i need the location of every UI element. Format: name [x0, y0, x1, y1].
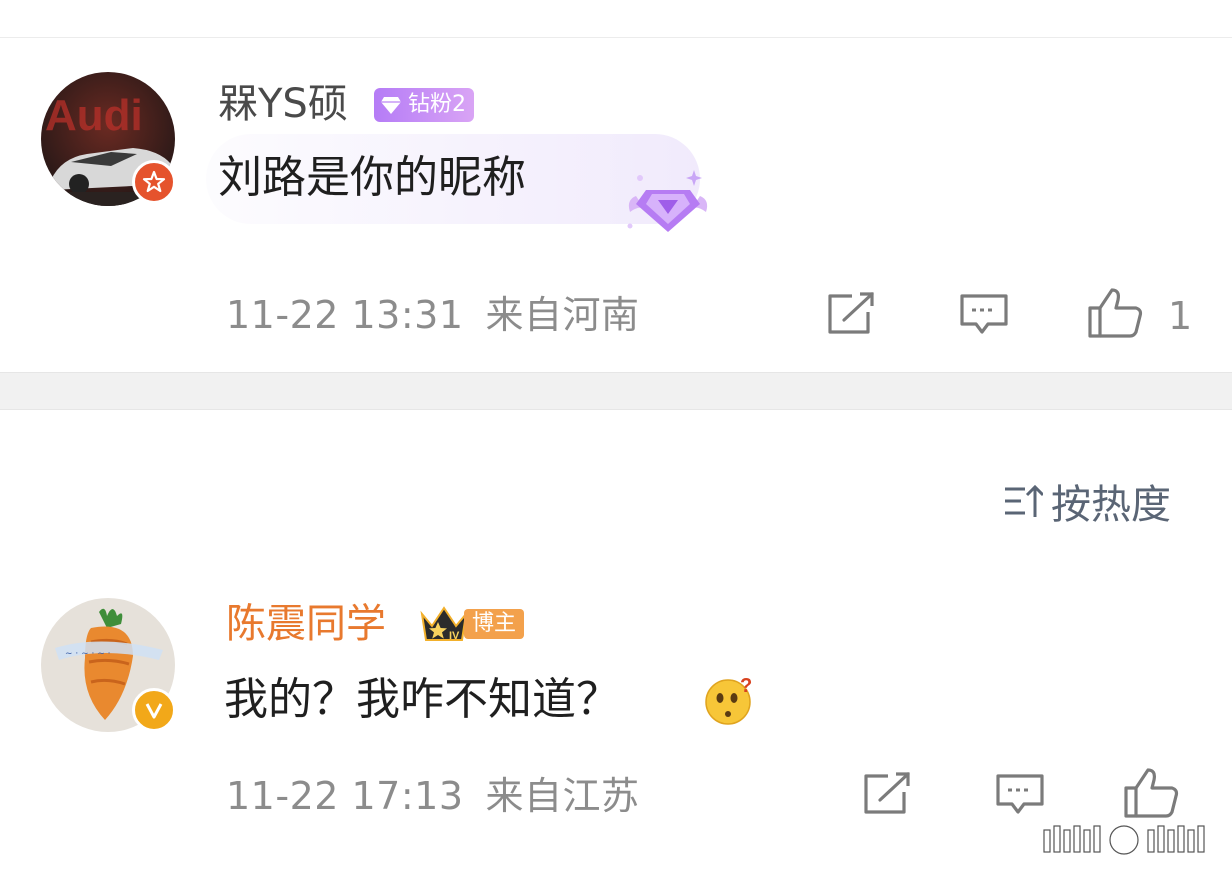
- svg-text:~ · ~ · ~ ·: ~ · ~ · ~ ·: [65, 649, 111, 659]
- share-icon[interactable]: [862, 772, 912, 816]
- username[interactable]: 槑YS硕: [218, 80, 348, 128]
- share-icon[interactable]: [826, 292, 876, 336]
- comment-text: 我的？我咋不知道？: [224, 674, 620, 725]
- top-divider: [0, 37, 1232, 38]
- section-divider: [0, 372, 1232, 410]
- blogger-badge: IV 博主: [418, 604, 525, 644]
- comment-location: 来自河南: [485, 293, 640, 337]
- svg-text:?: ?: [740, 675, 752, 697]
- like-count: 1: [1168, 294, 1193, 338]
- verified-badge-icon: [132, 688, 176, 732]
- comment-meta: 11-22 17:13 来自江苏: [226, 774, 640, 818]
- like-icon[interactable]: [1122, 766, 1182, 820]
- like-icon[interactable]: [1086, 286, 1146, 340]
- crown-icon: IV: [420, 606, 468, 642]
- fan-level-badge: 钻粉2: [374, 88, 474, 122]
- svg-text:Audi: Audi: [45, 91, 143, 140]
- diamond-icon: [381, 97, 401, 114]
- blogger-tag: 博主: [464, 609, 525, 639]
- confused-emoji-icon: ?: [705, 675, 752, 725]
- comment-time: 11-22 13:31: [226, 293, 464, 337]
- comment-icon[interactable]: [958, 292, 1010, 338]
- comment-icon[interactable]: [994, 772, 1046, 818]
- diamond-fan-icon: [627, 170, 708, 232]
- sort-toggle[interactable]: 按热度: [1003, 478, 1171, 528]
- username[interactable]: 陈震同学: [226, 600, 386, 648]
- comment-meta: 11-22 13:31 来自河南: [226, 293, 640, 337]
- comment-text: 刘路是你的昵称: [218, 152, 526, 203]
- watermark-logo: [1043, 825, 1205, 855]
- sort-icon: [1005, 484, 1043, 517]
- fan-badge-label: 钻粉2: [408, 92, 466, 117]
- comment-location: 来自江苏: [485, 774, 640, 818]
- verified-badge-icon: [132, 160, 176, 204]
- comment-time: 11-22 17:13: [226, 774, 464, 818]
- sort-label: 按热度: [1051, 482, 1171, 528]
- svg-text:IV: IV: [449, 630, 460, 642]
